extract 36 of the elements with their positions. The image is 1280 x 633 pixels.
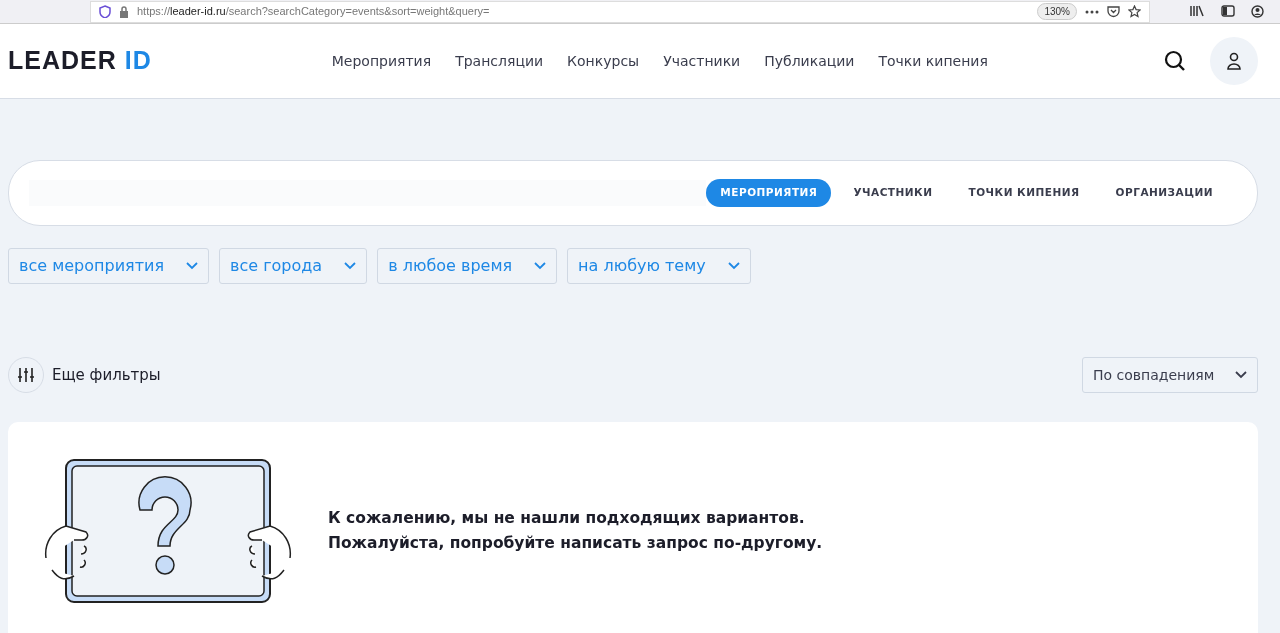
more-icon[interactable] [1085, 9, 1099, 14]
search-icon[interactable] [1164, 50, 1186, 72]
filters-button[interactable] [8, 357, 44, 393]
profile-button[interactable] [1210, 37, 1258, 85]
sort-dropdown[interactable]: По совпадениям [1082, 357, 1258, 393]
nav-link[interactable]: Публикации [764, 50, 855, 72]
search-category-tab[interactable]: МЕРОПРИЯТИЯ [706, 179, 832, 207]
search-field[interactable] [29, 180, 707, 206]
shield-icon [99, 5, 111, 18]
sidebar-icon[interactable] [1221, 5, 1235, 17]
logo[interactable]: LEADER ID [8, 42, 152, 80]
account-icon[interactable] [1251, 5, 1264, 18]
star-icon[interactable] [1128, 5, 1141, 18]
lock-icon [119, 5, 129, 18]
user-icon [1226, 52, 1242, 70]
pocket-icon[interactable] [1107, 5, 1120, 18]
chevron-down-icon [1235, 371, 1247, 379]
zoom-level[interactable]: 130% [1037, 3, 1077, 20]
library-icon[interactable] [1190, 5, 1205, 17]
address-bar[interactable]: https://leader-id.ru/search?searchCategory=events&sort=weight&query= 130% [90, 0, 1150, 23]
url-text: https://leader-id.ru/search?searchCategory=events&sort=weight&query= [137, 4, 490, 20]
search-category-tab[interactable]: УЧАСТНИКИ [839, 179, 947, 207]
chevron-down-icon [727, 262, 740, 270]
nav-link[interactable]: Мероприятия [331, 50, 432, 72]
nav-link[interactable]: Конкурсы [567, 50, 640, 72]
chevron-down-icon [186, 262, 198, 270]
search-category-tab[interactable]: ОРГАНИЗАЦИИ [1101, 179, 1227, 207]
more-filters-label[interactable]: Еще фильтры [52, 363, 161, 387]
nav-link[interactable]: Участники [663, 50, 741, 72]
nav-link[interactable]: Трансляции [455, 50, 544, 72]
empty-results-message: К сожалению, мы не нашли подходящих вариантов. Пожалуйста, попробуйте написать запрос по-другому. [328, 508, 823, 554]
chevron-down-icon [534, 262, 547, 270]
nav-link[interactable]: Точки кипения [878, 50, 988, 72]
search-category-tab[interactable]: ТОЧКИ КИПЕНИЯ [954, 179, 1094, 207]
sliders-icon [17, 366, 35, 384]
chevron-down-icon [344, 262, 357, 270]
